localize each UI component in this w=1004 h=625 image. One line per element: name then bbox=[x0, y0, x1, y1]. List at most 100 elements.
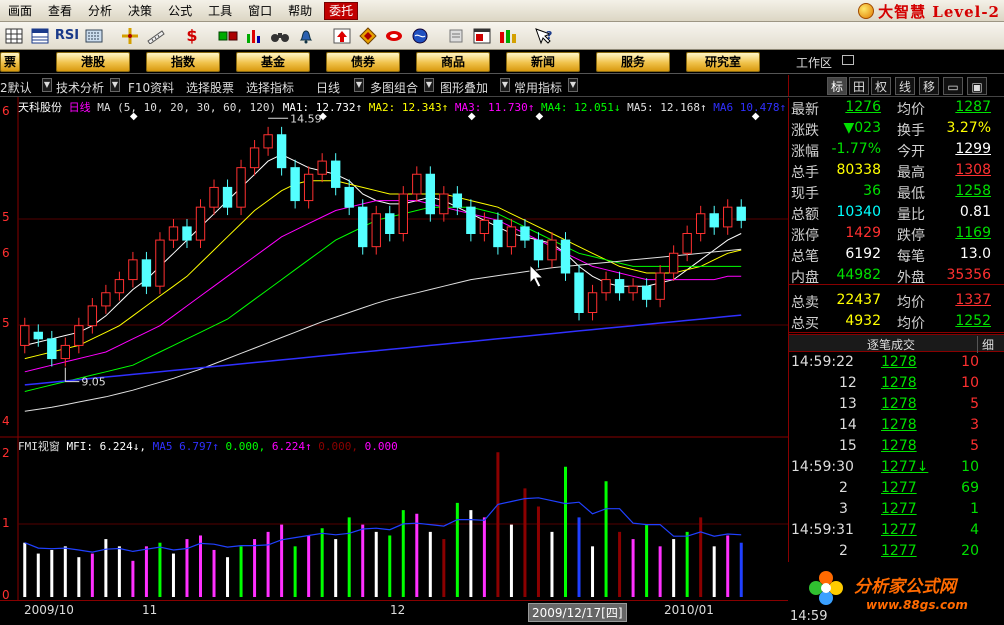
quote-value: ▼023 bbox=[843, 120, 882, 136]
chevron-down-icon[interactable]: ▼ bbox=[500, 78, 510, 92]
candle-body bbox=[655, 272, 665, 300]
indicator-window-name[interactable]: FMI视窗 bbox=[18, 440, 60, 453]
tick-volume: 10 bbox=[961, 375, 979, 391]
chevron-down-icon[interactable]: ▼ bbox=[354, 78, 364, 92]
common-indicators-button[interactable]: 常用指标 bbox=[514, 79, 562, 96]
menu-item-view[interactable]: 画面 bbox=[0, 0, 40, 22]
tick-row: 14:59:22 1278 10 bbox=[789, 352, 1004, 373]
date-label-oct: 2009/10 bbox=[22, 603, 76, 617]
date-label-jan: 2010/01 bbox=[662, 603, 716, 617]
indicator-value-3: 0.000, bbox=[318, 440, 358, 453]
bell-icon[interactable] bbox=[294, 25, 318, 47]
grid-icon[interactable] bbox=[2, 25, 26, 47]
candle-body bbox=[236, 167, 246, 208]
table-icon[interactable] bbox=[28, 25, 52, 47]
nav-button-bonds[interactable]: 债券 bbox=[326, 52, 400, 72]
quote-row: 总卖 22437 均价 1337 bbox=[789, 291, 1004, 312]
stacked-bars-icon[interactable] bbox=[496, 25, 520, 47]
candle-body bbox=[560, 239, 571, 274]
leaf-icon[interactable] bbox=[382, 25, 406, 47]
candle-body bbox=[493, 219, 503, 248]
bar-chart-icon[interactable] bbox=[242, 25, 266, 47]
candle-body bbox=[641, 285, 652, 300]
select-stock-button[interactable]: 选择股票 bbox=[186, 79, 234, 96]
stock-name[interactable]: 天科股份 bbox=[18, 101, 62, 114]
crosshair-icon[interactable] bbox=[118, 25, 142, 47]
tab-line[interactable]: 线 bbox=[895, 77, 915, 95]
workspace-label[interactable]: 工作区 bbox=[796, 54, 832, 71]
quote-label: 最新 bbox=[791, 102, 819, 118]
toolbar-separator bbox=[170, 26, 178, 46]
candle-body bbox=[736, 206, 746, 221]
select-indicator-button[interactable]: 选择指标 bbox=[246, 79, 294, 96]
nav-button-services[interactable]: 服务 bbox=[596, 52, 670, 72]
chevron-down-icon[interactable]: ▼ bbox=[110, 78, 120, 92]
chart-overlay-button[interactable]: 图形叠加 bbox=[440, 79, 488, 96]
candle-body bbox=[74, 325, 84, 346]
nav-button-stocks[interactable]: 票 bbox=[0, 52, 20, 72]
tick-price: 1277 bbox=[881, 480, 917, 496]
chevron-down-icon[interactable]: ▼ bbox=[568, 78, 578, 92]
candle-body bbox=[695, 213, 706, 234]
indicator-value-2: 6.224↑ bbox=[271, 440, 312, 453]
nav-button-commodities[interactable]: 商品 bbox=[416, 52, 490, 72]
price-chart[interactable]: 65654210 14.599.05◆ ◆ ◆ ◆ ◆ bbox=[0, 97, 788, 610]
menu-item-decision[interactable]: 决策 bbox=[120, 0, 160, 22]
mail-icon[interactable] bbox=[842, 55, 854, 65]
chevron-down-icon[interactable]: ▼ bbox=[424, 78, 434, 92]
menu-item-tools[interactable]: 工具 bbox=[200, 0, 240, 22]
menu-item-help[interactable]: 帮助 bbox=[280, 0, 320, 22]
nav-button-hk-stocks[interactable]: 港股 bbox=[56, 52, 130, 72]
tick-volume: 1 bbox=[970, 501, 979, 517]
tick-time: 12 bbox=[839, 375, 857, 391]
menu-item-look[interactable]: 查看 bbox=[40, 0, 80, 22]
tab-grid[interactable]: 田 bbox=[849, 77, 869, 95]
menu-item-formula[interactable]: 公式 bbox=[160, 0, 200, 22]
brand: 大智慧 Level-2 bbox=[858, 1, 1000, 21]
boxes-icon[interactable] bbox=[216, 25, 240, 47]
close-panel-icon[interactable]: ▣ bbox=[967, 77, 987, 95]
toolbar-separator bbox=[522, 26, 530, 46]
dollar-icon[interactable]: $ bbox=[180, 25, 204, 47]
rsi-icon[interactable]: RSI bbox=[54, 25, 80, 47]
ruler-icon[interactable] bbox=[144, 25, 168, 47]
quote-value: 1299 bbox=[955, 141, 991, 157]
tab-quote[interactable]: 标 bbox=[827, 77, 847, 95]
nav-button-index[interactable]: 指数 bbox=[146, 52, 220, 72]
diamond-icon[interactable] bbox=[356, 25, 380, 47]
restore-icon[interactable]: ▭ bbox=[943, 77, 963, 95]
menu-item-window[interactable]: 窗口 bbox=[240, 0, 280, 22]
notepad-icon[interactable] bbox=[444, 25, 468, 47]
quote-value: 10340 bbox=[836, 204, 881, 220]
keyboard-icon[interactable] bbox=[82, 25, 106, 47]
layout-default[interactable]: 2默认 bbox=[0, 79, 32, 96]
tick-row: 14 1278 3 bbox=[789, 415, 1004, 436]
candle-body bbox=[276, 134, 287, 169]
nav-button-research[interactable]: 研究室 bbox=[686, 52, 760, 72]
menu-item-analysis[interactable]: 分析 bbox=[80, 0, 120, 22]
multi-chart-button[interactable]: 多图组合 bbox=[370, 79, 418, 96]
f10-info-tab[interactable]: F10资料 bbox=[128, 79, 174, 96]
candle-body bbox=[344, 186, 354, 208]
period-daily-button[interactable]: 日线 bbox=[316, 79, 340, 96]
help-icon[interactable]: ? bbox=[532, 25, 556, 47]
tab-move[interactable]: 移 bbox=[919, 77, 939, 95]
arrow-up-icon[interactable] bbox=[330, 25, 354, 47]
globe-icon[interactable] bbox=[408, 25, 432, 47]
tech-analysis-tab[interactable]: 技术分析 bbox=[56, 79, 104, 96]
window-icon[interactable] bbox=[470, 25, 494, 47]
tick-time: 3 bbox=[839, 501, 848, 517]
nav-button-funds[interactable]: 基金 bbox=[236, 52, 310, 72]
chevron-down-icon[interactable]: ▼ bbox=[42, 78, 52, 92]
tick-volume: 20 bbox=[961, 543, 979, 559]
tick-time: 2 bbox=[839, 543, 848, 559]
tick-price: 1278 bbox=[881, 417, 917, 433]
ticks-detail-button[interactable]: 细 bbox=[976, 336, 994, 353]
quote-label: 每笔 bbox=[897, 249, 925, 265]
nav-button-news[interactable]: 新闻 bbox=[506, 52, 580, 72]
candle-body bbox=[330, 160, 341, 188]
menu-item-trade[interactable]: 委托 bbox=[324, 1, 359, 20]
mfi-ma5-value: MA5 6.797↑ bbox=[152, 440, 219, 453]
binoculars-icon[interactable] bbox=[268, 25, 292, 47]
tab-rights[interactable]: 权 bbox=[871, 77, 891, 95]
